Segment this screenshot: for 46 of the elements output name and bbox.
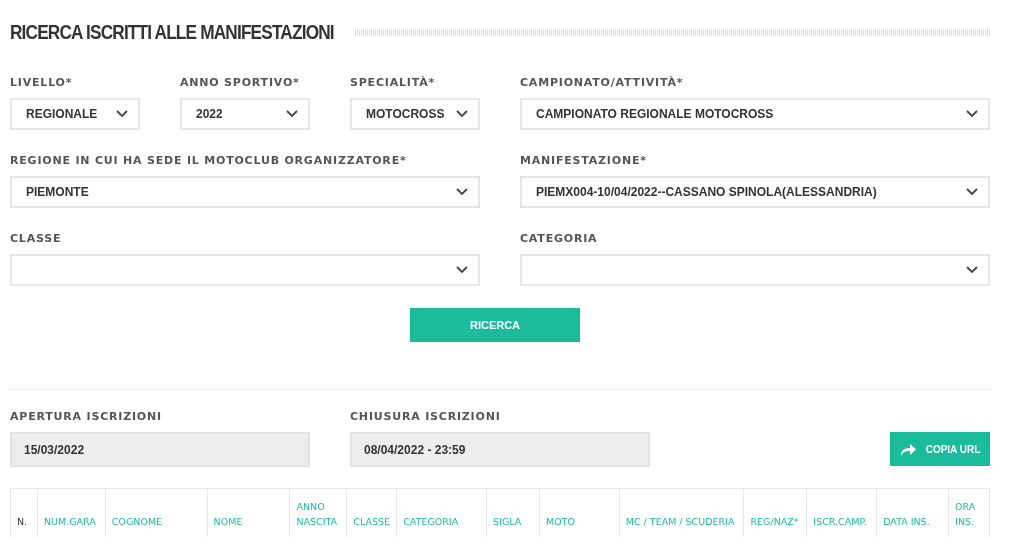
select-field[interactable]: PIEMX004-10/04/2022--CASSANO SPINOLA(ALESSANDRIA) bbox=[520, 176, 990, 208]
chevron-icon bbox=[966, 266, 978, 274]
chevron-icon bbox=[286, 110, 298, 118]
column-header[interactable]: DATA INS. bbox=[877, 489, 950, 537]
column-header[interactable]: MC / TEAM / SCUDERIA bbox=[619, 489, 745, 537]
column-header[interactable]: ANNO NASCITA bbox=[290, 489, 348, 537]
date-field[interactable]: 15/03/2022 bbox=[10, 432, 310, 467]
column-header[interactable]: MOTO bbox=[539, 489, 620, 537]
field-label: LIVELLO* bbox=[10, 76, 74, 90]
column-header[interactable]: ORA INS. bbox=[949, 489, 989, 537]
column-header[interactable]: NOME bbox=[207, 489, 291, 537]
field-label: REGIONE IN CUI HA SEDE IL MOTOCLUB ORGANIZZATORE* bbox=[10, 154, 408, 168]
select-field[interactable]: CAMPIONATO REGIONALE MOTOCROSS bbox=[520, 98, 990, 130]
select-field[interactable]: 2022 bbox=[180, 98, 310, 130]
column-header[interactable]: ISCR.CAMP. bbox=[807, 489, 878, 537]
copy-url-button[interactable]: COPIA URL bbox=[890, 432, 990, 466]
share-arrow-icon bbox=[899, 442, 916, 456]
select-field[interactable]: REGIONALE bbox=[10, 98, 140, 130]
field-label: ANNO SPORTIVO* bbox=[180, 76, 301, 90]
column-header[interactable]: NUM.GARA bbox=[37, 489, 106, 537]
select-field[interactable] bbox=[520, 254, 990, 286]
field-label: CATEGORIA bbox=[520, 232, 599, 246]
select-field[interactable] bbox=[10, 254, 480, 286]
search-button[interactable]: RICERCA bbox=[410, 308, 580, 342]
field-label: APERTURA ISCRIZIONI bbox=[10, 410, 163, 424]
column-header: N. bbox=[11, 489, 38, 537]
page-title: RICERCA ISCRITTI ALLE MANIFESTAZIONI bbox=[10, 20, 334, 44]
chevron-icon bbox=[116, 110, 128, 118]
select-field[interactable]: MOTOCROSS bbox=[350, 98, 480, 130]
chevron-icon bbox=[456, 266, 468, 274]
date-field[interactable]: 08/04/2022 - 23:59 bbox=[350, 432, 650, 467]
field-label: CLASSE bbox=[10, 232, 63, 246]
field-label: CAMPIONATO/ATTIVITÀ* bbox=[520, 76, 685, 90]
select-field[interactable]: PIEMONTE bbox=[10, 176, 480, 208]
column-header[interactable]: CATEGORIA bbox=[397, 489, 488, 537]
column-header[interactable]: REG/NAZ* bbox=[744, 489, 808, 537]
chevron-icon bbox=[966, 110, 978, 118]
chevron-icon bbox=[456, 110, 468, 118]
column-header[interactable]: SIGLA bbox=[487, 489, 540, 537]
field-label: SPECIALITÀ* bbox=[350, 76, 436, 90]
column-header[interactable]: CLASSE bbox=[347, 489, 398, 537]
chevron-icon bbox=[456, 188, 468, 196]
field-label: MANIFESTAZIONE* bbox=[520, 154, 648, 168]
column-header[interactable]: COGNOME bbox=[105, 489, 208, 537]
chevron-icon bbox=[966, 188, 978, 196]
field-label: CHIUSURA ISCRIZIONI bbox=[350, 410, 502, 424]
